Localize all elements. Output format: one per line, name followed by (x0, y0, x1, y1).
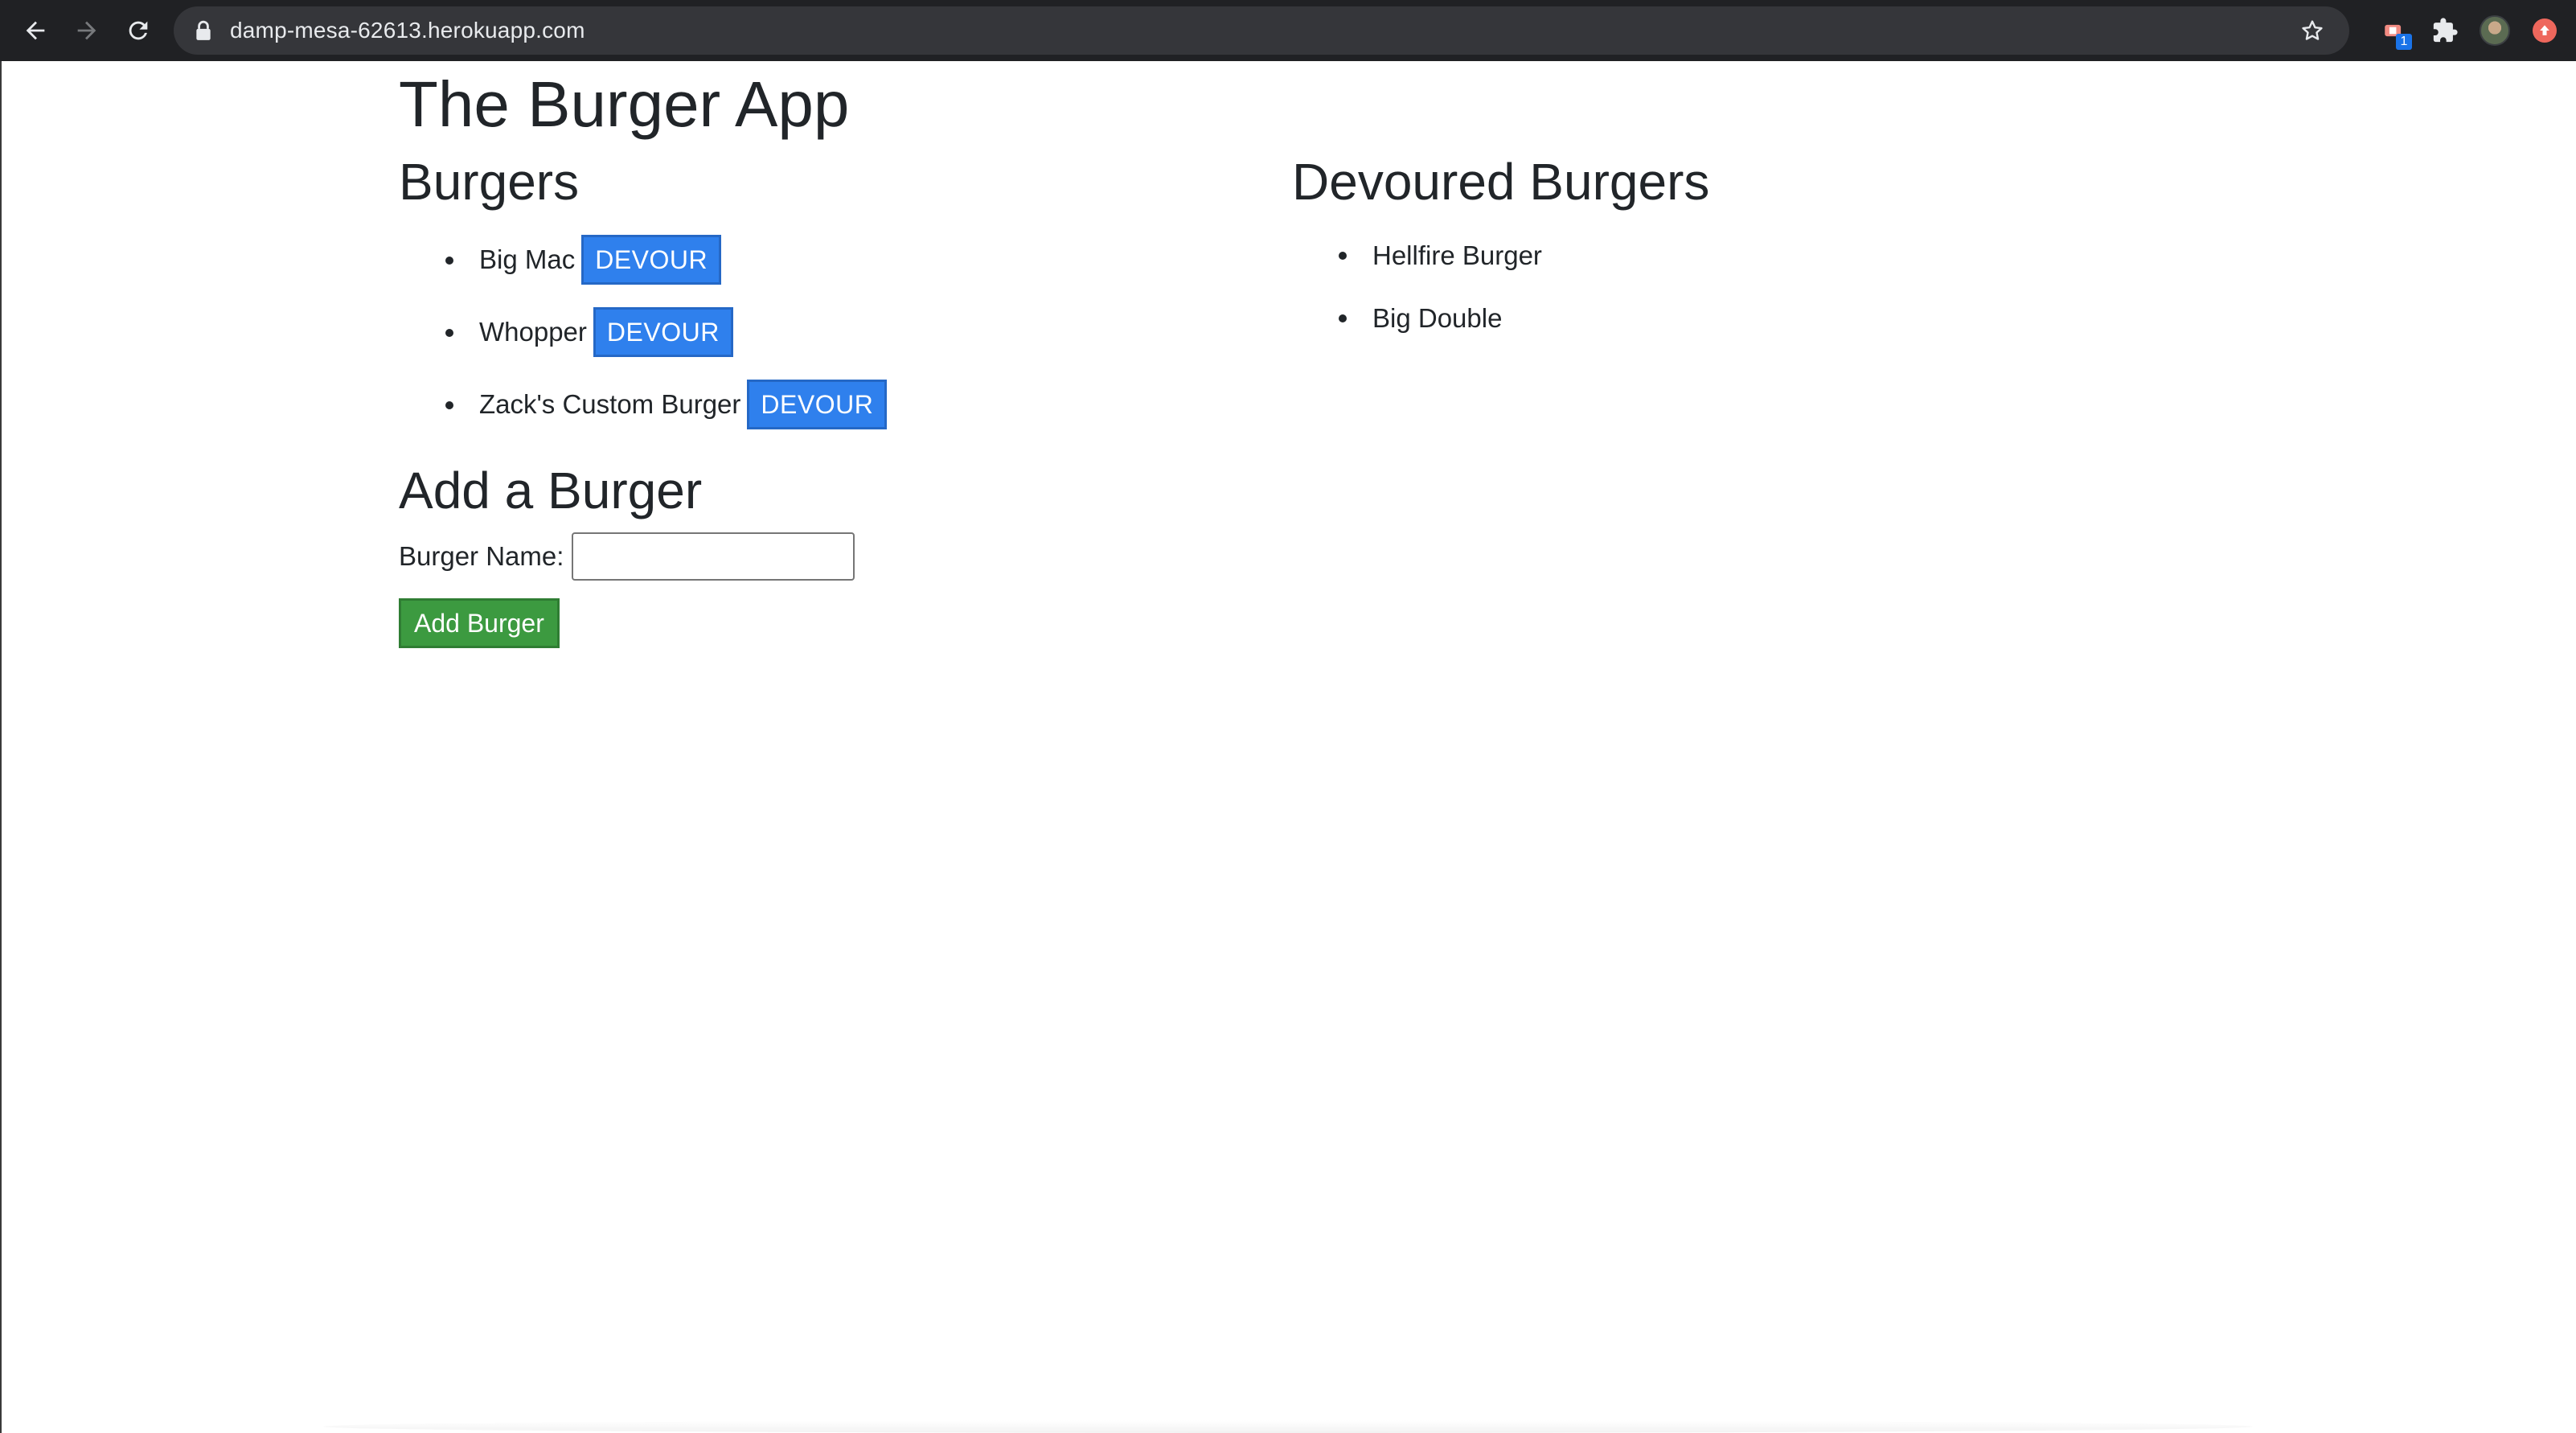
add-burger-button[interactable]: Add Burger (399, 598, 560, 648)
lock-icon (196, 20, 211, 40)
burger-name: Whopper (479, 317, 587, 347)
extension-button[interactable]: 1 (2370, 6, 2420, 55)
star-icon[interactable] (2299, 18, 2325, 43)
burger-list: Big Mac DEVOUR Whopper DEVOUR Zack's Cus… (399, 235, 888, 452)
devour-button[interactable]: DEVOUR (747, 380, 888, 429)
reload-icon (129, 21, 148, 40)
list-item: Hellfire Burger (1292, 233, 1542, 278)
update-button[interactable] (2520, 6, 2570, 55)
update-icon (2533, 18, 2557, 43)
forward-arrow-icon (77, 21, 96, 40)
burgers-heading: Burgers (399, 153, 580, 211)
burger-name: Big Mac (479, 244, 576, 274)
burger-name: Zack's Custom Burger (479, 389, 741, 419)
url-text: damp-mesa-62613.herokuapp.com (230, 18, 585, 43)
reload-button[interactable] (113, 5, 164, 56)
page-viewport: The Burger App Burgers Big Mac DEVOUR Wh… (0, 61, 2576, 1433)
page-title: The Burger App (399, 68, 850, 140)
burger-name-input[interactable] (572, 532, 855, 581)
add-burger-heading: Add a Burger (399, 462, 703, 519)
bottom-shadow (323, 1420, 2253, 1433)
extension-badge: 1 (2396, 34, 2412, 50)
devoured-list: Hellfire Burger Big Double (1292, 233, 1542, 359)
forward-button[interactable] (61, 5, 113, 56)
devoured-burger-name: Big Double (1372, 303, 1503, 333)
avatar (2480, 15, 2510, 46)
add-burger-form: Burger Name: (399, 532, 855, 581)
address-bar[interactable]: damp-mesa-62613.herokuapp.com (174, 6, 2349, 55)
burger-name-label: Burger Name: (399, 541, 564, 571)
browser-toolbar: damp-mesa-62613.herokuapp.com 1 (0, 0, 2576, 61)
devoured-burger-name: Hellfire Burger (1372, 240, 1542, 270)
list-item: Big Mac DEVOUR (399, 235, 887, 285)
profile-button[interactable] (2470, 6, 2520, 55)
extensions-area: 1 (2370, 6, 2570, 55)
extensions-menu-button[interactable] (2420, 6, 2470, 55)
back-button[interactable] (10, 5, 61, 56)
list-item: Zack's Custom Burger DEVOUR (399, 380, 888, 429)
devoured-heading: Devoured Burgers (1292, 153, 1710, 211)
list-item: Whopper DEVOUR (399, 307, 887, 357)
back-arrow-icon (26, 21, 45, 40)
devour-button[interactable]: DEVOUR (581, 235, 722, 285)
devour-button[interactable]: DEVOUR (593, 307, 733, 357)
list-item: Big Double (1292, 296, 1542, 341)
puzzle-icon (2433, 18, 2458, 43)
